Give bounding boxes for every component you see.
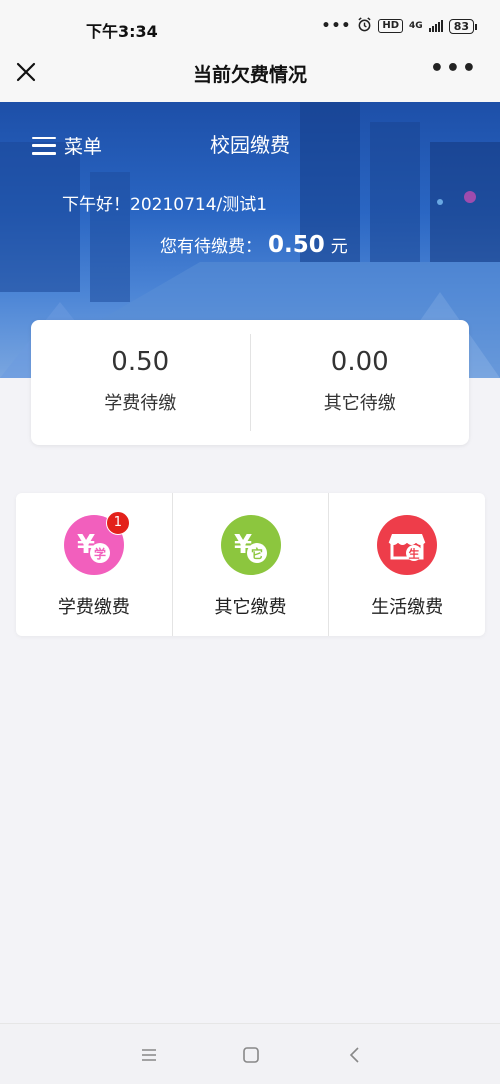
alarm-icon <box>357 17 372 35</box>
other-pending-label: 其它待缴 <box>323 393 396 414</box>
life-payment-label: 生活缴费 <box>371 597 444 618</box>
more-notifications-icon: ••• <box>321 18 352 34</box>
pending-fee-amount: 0.50 <box>268 232 325 258</box>
payment-services-grid: ¥ 学 1 学费缴费 ¥ 它 其它缴费 生 生活缴费 <box>16 493 485 636</box>
tuition-payment-label: 学费缴费 <box>57 597 130 618</box>
home-icon[interactable] <box>240 1044 262 1066</box>
menu-icon[interactable] <box>138 1044 160 1066</box>
shop-life-icon: 生 <box>377 515 438 575</box>
status-icons: ••• HD 4G 83 <box>321 17 478 35</box>
status-time: 下午3:34 <box>86 22 158 41</box>
other-payment-label: 其它缴费 <box>214 597 287 618</box>
network-type-label: 4G <box>409 21 423 31</box>
tuition-pending-label: 学费待缴 <box>104 393 177 414</box>
back-icon[interactable] <box>344 1044 366 1066</box>
other-pending-value: 0.00 <box>330 347 389 377</box>
signal-icon <box>428 20 443 32</box>
more-options-icon[interactable]: ••• <box>430 56 478 81</box>
banner-title: 校园缴费 <box>210 133 290 157</box>
greeting-text: 下午好！20210714/测试1 <box>62 195 268 215</box>
fee-summary-card: 0.50 学费待缴 0.00 其它待缴 <box>31 320 469 445</box>
other-pending-stat: 0.00 其它待缴 <box>251 320 470 445</box>
page-title: 当前欠费情况 <box>192 64 307 86</box>
tuition-pending-value: 0.50 <box>111 347 170 377</box>
svg-text:学: 学 <box>94 546 106 561</box>
yuan-study-icon: ¥ 学 1 <box>63 511 130 575</box>
svg-text:它: 它 <box>250 546 262 561</box>
yuan-other-icon: ¥ 它 <box>220 515 281 575</box>
tuition-payment-button[interactable]: ¥ 学 1 学费缴费 <box>16 493 172 636</box>
other-payment-button[interactable]: ¥ 它 其它缴费 <box>171 493 329 636</box>
svg-text:生: 生 <box>409 547 420 561</box>
notification-badge: 1 <box>105 511 130 535</box>
status-bar: 下午3:34 ••• HD 4G 83 <box>0 0 500 44</box>
nav-bar: 当前欠费情况 ••• <box>0 44 500 102</box>
pending-fee-label: 您有待缴费： <box>160 237 262 257</box>
hd-icon: HD <box>378 19 404 33</box>
pending-fee-unit: 元 <box>330 237 348 257</box>
life-payment-button[interactable]: 生 生活缴费 <box>328 493 485 636</box>
tuition-pending-stat: 0.50 学费待缴 <box>31 320 250 445</box>
system-nav-bar <box>0 1023 500 1084</box>
battery-icon: 83 <box>448 18 478 34</box>
pending-fee-summary: 您有待缴费： 0.50 元 <box>160 232 348 258</box>
